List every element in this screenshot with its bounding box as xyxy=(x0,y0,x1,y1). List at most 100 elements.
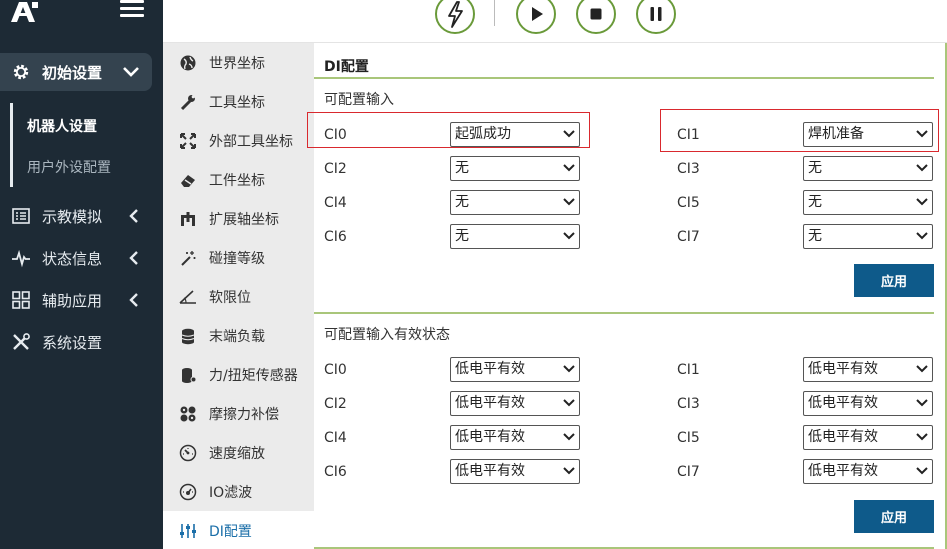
cogs-icon xyxy=(180,406,196,421)
ci7-label: CI7 xyxy=(677,229,700,245)
top-toolbar xyxy=(163,0,947,43)
ci4-state-label: CI4 xyxy=(324,430,347,446)
menu-workpiece-coordinates[interactable]: 工件坐标 xyxy=(163,160,314,199)
tools-icon xyxy=(13,333,30,350)
pulse-icon xyxy=(12,249,30,268)
chevron-down-icon xyxy=(916,467,928,475)
ci2-state-select[interactable]: 低电平有效 xyxy=(450,391,580,416)
ci7-state-select[interactable]: 低电平有效 xyxy=(803,459,933,484)
menu-item-label: 软限位 xyxy=(209,289,251,306)
sidebar-item-robot-settings[interactable]: 机器人设置 xyxy=(27,116,97,136)
menu-io-filter[interactable]: IO滤波 xyxy=(163,472,314,511)
ci3-function-value: 无 xyxy=(808,160,822,176)
menu-item-label: 扩展轴坐标 xyxy=(209,211,279,228)
nav-system-settings[interactable]: 系统设置 xyxy=(0,327,163,357)
nav-auxiliary-apps[interactable]: 辅助应用 xyxy=(0,285,163,315)
menu-world-coordinates[interactable]: 世界坐标 xyxy=(163,43,314,82)
menu-collision-level[interactable]: 碰撞等级 xyxy=(163,238,314,277)
chevron-down-icon xyxy=(916,232,928,240)
section-divider xyxy=(314,312,934,314)
magic-wand-icon xyxy=(181,250,196,266)
play-button[interactable] xyxy=(516,0,556,34)
ci1-label: CI1 xyxy=(677,127,700,143)
nav-initial-setup-label: 初始设置 xyxy=(42,63,103,82)
title-divider xyxy=(314,77,934,79)
ci2-function-select[interactable]: 无 xyxy=(450,156,580,181)
lightning-button[interactable] xyxy=(435,0,475,34)
ci3-state-select[interactable]: 低电平有效 xyxy=(803,391,933,416)
apply-active-state-button[interactable]: 应用 xyxy=(854,500,934,533)
menu-item-label: 外部工具坐标 xyxy=(209,133,293,150)
sidebar-item-peripheral-config[interactable]: 用户外设配置 xyxy=(27,157,111,177)
gear-icon xyxy=(13,64,29,80)
chevron-down-icon xyxy=(916,164,928,172)
list-icon xyxy=(12,208,30,224)
menu-speed-scaling[interactable]: 速度缩放 xyxy=(163,433,314,472)
ci4-function-select[interactable]: 无 xyxy=(450,190,580,215)
play-icon xyxy=(532,7,543,21)
ci0-state-select[interactable]: 低电平有效 xyxy=(450,357,580,382)
nav-status-info-label: 状态信息 xyxy=(42,249,103,268)
menu-item-label: 速度缩放 xyxy=(209,445,265,462)
apply-input-config-button[interactable]: 应用 xyxy=(854,264,934,297)
ci4-label: CI4 xyxy=(324,195,347,211)
chevron-down-icon xyxy=(916,198,928,206)
ci5-function-select[interactable]: 无 xyxy=(803,190,933,215)
menu-end-load[interactable]: 末端负载 xyxy=(163,316,314,355)
ci7-state-label: CI7 xyxy=(677,464,700,480)
ci5-state-select[interactable]: 低电平有效 xyxy=(803,425,933,450)
menu-di-config[interactable]: DI配置 xyxy=(163,511,314,549)
ci1-function-select[interactable]: 焊机准备 xyxy=(803,122,933,147)
chevron-down-icon xyxy=(916,130,928,138)
menu-external-tool-coordinates[interactable]: 外部工具坐标 xyxy=(163,121,314,160)
section-configurable-input-heading: 可配置输入 xyxy=(324,92,394,108)
stop-button[interactable] xyxy=(576,0,616,34)
ci2-function-value: 无 xyxy=(455,160,469,176)
chevron-down-icon xyxy=(916,365,928,373)
page-title: DI配置 xyxy=(324,59,369,75)
ci3-state-value: 低电平有效 xyxy=(808,395,878,411)
chevron-down-icon xyxy=(123,67,139,77)
chevron-left-icon xyxy=(129,251,138,265)
ci6-function-select[interactable]: 无 xyxy=(450,224,580,249)
chevron-down-icon xyxy=(563,130,575,138)
globe-icon xyxy=(180,55,196,70)
chevron-down-icon xyxy=(563,399,575,407)
eraser-icon xyxy=(181,174,195,187)
ci1-state-label: CI1 xyxy=(677,362,700,378)
ci7-state-value: 低电平有效 xyxy=(808,463,878,479)
ci4-state-select[interactable]: 低电平有效 xyxy=(450,425,580,450)
menu-force-torque-sensor[interactable]: 力/扭矩传感器 xyxy=(163,355,314,394)
menu-friction-compensation[interactable]: 摩擦力补偿 xyxy=(163,394,314,433)
menu-tool-coordinates[interactable]: 工具坐标 xyxy=(163,82,314,121)
ci6-state-label: CI6 xyxy=(324,464,347,480)
ci0-function-select[interactable]: 起弧成功 xyxy=(450,122,580,147)
ci1-function-value: 焊机准备 xyxy=(808,126,864,142)
pause-button[interactable] xyxy=(636,0,676,34)
chevron-down-icon xyxy=(563,467,575,475)
ci5-label: CI5 xyxy=(677,195,700,211)
nav-teach-simulation[interactable]: 示教模拟 xyxy=(0,201,163,231)
ci2-label: CI2 xyxy=(324,161,347,177)
menu-toggle-icon[interactable] xyxy=(120,0,144,22)
speedometer-icon xyxy=(179,483,197,500)
chevron-down-icon xyxy=(563,198,575,206)
ci1-state-value: 低电平有效 xyxy=(808,361,878,377)
sensor-icon xyxy=(182,367,197,383)
ci6-function-value: 无 xyxy=(455,228,469,244)
nav-initial-setup[interactable]: 初始设置 xyxy=(0,53,152,91)
menu-soft-limit[interactable]: 软限位 xyxy=(163,277,314,316)
app-logo xyxy=(11,2,38,22)
sliders-icon xyxy=(180,523,196,538)
ci2-state-value: 低电平有效 xyxy=(455,395,525,411)
menu-extended-axis-coordinates[interactable]: 扩展轴坐标 xyxy=(163,199,314,238)
ci1-state-select[interactable]: 低电平有效 xyxy=(803,357,933,382)
ci3-function-select[interactable]: 无 xyxy=(803,156,933,181)
ci5-state-label: CI5 xyxy=(677,430,700,446)
ci5-state-value: 低电平有效 xyxy=(808,429,878,445)
ci7-function-select[interactable]: 无 xyxy=(803,224,933,249)
submenu-indicator xyxy=(10,103,13,187)
nav-status-info[interactable]: 状态信息 xyxy=(0,243,163,273)
ci6-state-select[interactable]: 低电平有效 xyxy=(450,459,580,484)
menu-item-label: 末端负载 xyxy=(209,328,265,345)
